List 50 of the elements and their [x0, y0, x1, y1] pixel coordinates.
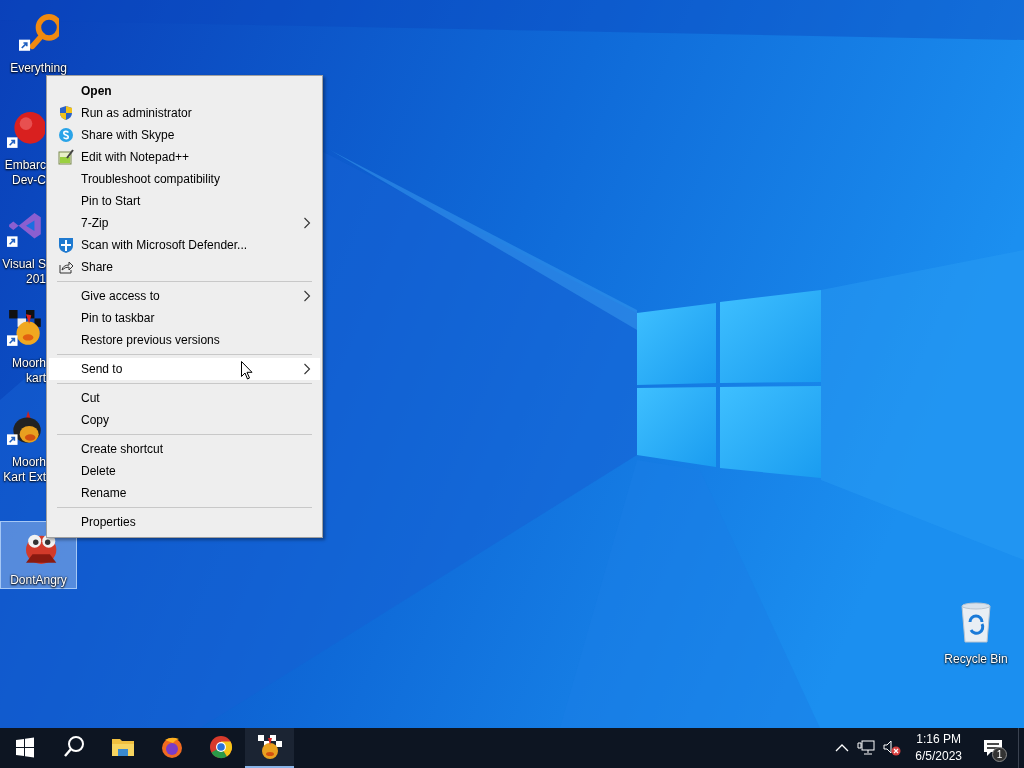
- menu-item[interactable]: Share with Skype: [49, 124, 320, 146]
- icon-label: Recycle Bin: [944, 652, 1008, 667]
- icon-label: Dev-C: [12, 173, 46, 188]
- menu-item[interactable]: Pin to Start: [49, 190, 320, 212]
- round-logo-icon: [7, 112, 45, 150]
- icon-label: Moorh: [12, 356, 46, 371]
- notification-button[interactable]: 1: [976, 728, 1010, 768]
- chevron-icon[interactable]: [835, 743, 850, 753]
- chicken-icon: [256, 734, 283, 760]
- notepad-icon: [58, 149, 74, 165]
- icon-label: Visual S: [2, 257, 46, 272]
- clock[interactable]: 1:16 PM 6/5/2023: [909, 731, 968, 765]
- menu-item[interactable]: Troubleshoot compatibility: [49, 168, 320, 190]
- icon-label: kart: [26, 371, 46, 386]
- round-logo-icon: [58, 127, 74, 143]
- menu-item[interactable]: Send to: [49, 358, 320, 380]
- shield-icon: [58, 237, 74, 253]
- menu-item[interactable]: 7-Zip: [49, 212, 320, 234]
- menu-item[interactable]: Restore previous versions: [49, 329, 320, 351]
- clock-time: 1:16 PM: [915, 731, 962, 748]
- share-icon: [58, 259, 74, 275]
- menu-item[interactable]: Give access to: [49, 285, 320, 307]
- chevron-icon: [303, 363, 311, 375]
- chevron-icon: [303, 217, 311, 229]
- icon-label: Kart Ext: [3, 470, 46, 485]
- magnifier-icon: [18, 13, 59, 53]
- menu-item[interactable]: Rename: [49, 482, 320, 504]
- cursor-icon: [241, 361, 253, 380]
- icon-label: 201: [25, 272, 46, 287]
- menu-item[interactable]: Run as administrator: [49, 102, 320, 124]
- icon-label: Moorh: [12, 455, 46, 470]
- menu-item[interactable]: Create shortcut: [49, 438, 320, 460]
- clock-date: 6/5/2023: [915, 748, 962, 765]
- shield-icon: [58, 105, 74, 121]
- icon-label: Embarc: [4, 158, 46, 173]
- icon-label: DontAngry: [10, 573, 67, 588]
- menu-item[interactable]: Delete: [49, 460, 320, 482]
- chevron-icon: [303, 290, 311, 302]
- menu-item[interactable]: Edit with Notepad++: [49, 146, 320, 168]
- menu-item[interactable]: Cut: [49, 387, 320, 409]
- speaker-muted-icon[interactable]: [883, 740, 902, 756]
- notification-count: 1: [992, 747, 1007, 762]
- menu-item[interactable]: Pin to taskbar: [49, 307, 320, 329]
- network-icon[interactable]: [857, 740, 876, 756]
- icon-label: Everything: [10, 61, 67, 76]
- taskbar-button[interactable]: [245, 728, 294, 768]
- menu-item[interactable]: Scan with Microsoft Defender...: [49, 234, 320, 256]
- menu-item[interactable]: Copy: [49, 409, 320, 431]
- round-logo-icon: [207, 734, 234, 760]
- menu-item[interactable]: Share: [49, 256, 320, 278]
